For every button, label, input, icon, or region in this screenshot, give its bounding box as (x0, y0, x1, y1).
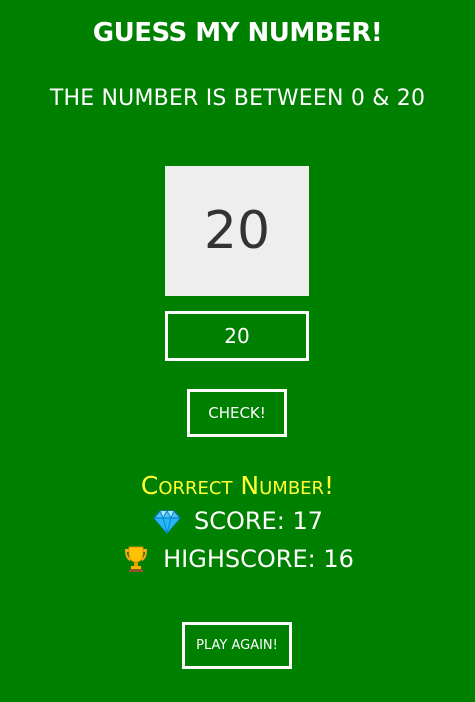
gem-icon (152, 506, 182, 536)
result-message: Correct Number! (140, 471, 335, 500)
trophy-icon (121, 544, 151, 574)
secret-number: 20 (203, 201, 271, 261)
game-title: GUESS MY NUMBER! (92, 18, 383, 48)
check-button[interactable]: CHECK! (187, 389, 287, 437)
score-label: SCORE: 17 (194, 507, 323, 535)
guess-input[interactable] (165, 311, 309, 361)
score-row: SCORE: 17 (0, 506, 475, 536)
highscore-label: HIGHSCORE: 16 (163, 545, 354, 573)
play-again-button[interactable]: PLAY AGAIN! (182, 622, 292, 669)
range-hint: THE NUMBER IS BETWEEN 0 & 20 (49, 86, 426, 111)
secret-number-box: 20 (165, 166, 309, 296)
highscore-row: HIGHSCORE: 16 (0, 544, 475, 574)
